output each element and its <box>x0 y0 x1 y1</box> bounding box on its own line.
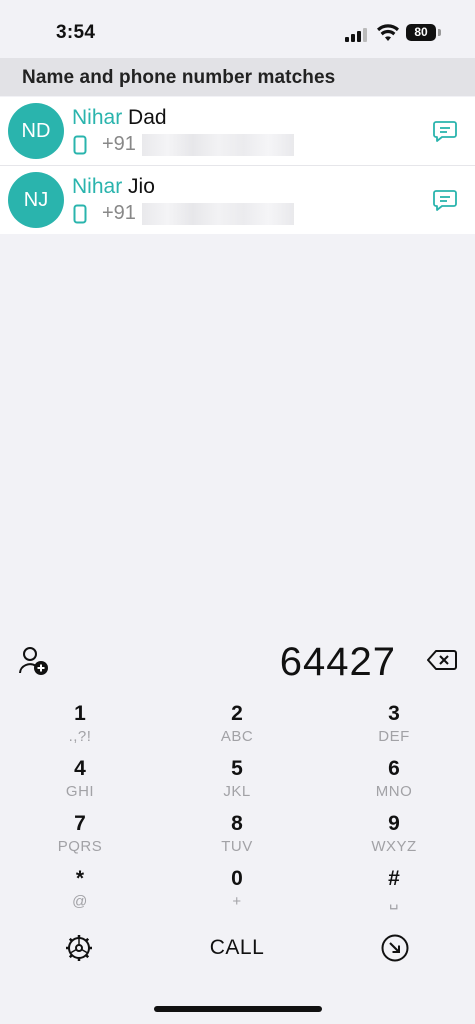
key-9[interactable]: 9 WXYZ <box>344 812 444 864</box>
key-7[interactable]: 7 PQRS <box>30 812 130 864</box>
backspace-icon[interactable] <box>427 649 457 671</box>
contact-number: +91 <box>102 202 136 224</box>
section-header: Name and phone number matches <box>0 58 475 96</box>
message-icon[interactable] <box>433 120 457 142</box>
key-4[interactable]: 4 GHI <box>30 757 130 809</box>
key-letters: JKL <box>223 783 251 800</box>
mobile-phone-icon <box>73 135 87 155</box>
avatar: NJ <box>8 172 64 228</box>
key-letters: PQRS <box>57 838 103 855</box>
key-digit: 9 <box>388 812 400 835</box>
contact-name: Nihar Dad <box>72 106 167 130</box>
key-letters: + <box>232 893 242 910</box>
key-2[interactable]: 2 ABC <box>187 702 287 754</box>
status-time: 3:54 <box>56 22 96 43</box>
name-rest: Jio <box>122 175 155 198</box>
key-digit: 7 <box>74 812 86 835</box>
battery-icon: 80 <box>406 24 436 41</box>
avatar: ND <box>8 103 64 159</box>
blurred-number <box>142 134 294 156</box>
key-digit: 2 <box>231 702 243 725</box>
home-indicator[interactable] <box>154 1006 322 1012</box>
mobile-phone-icon <box>73 204 87 224</box>
key-letters: ␣ <box>388 893 400 910</box>
add-contact-icon[interactable] <box>18 646 50 676</box>
contact-row[interactable]: ND Nihar Dad +91 <box>0 97 475 166</box>
key-star[interactable]: * @ <box>30 867 130 919</box>
key-8[interactable]: 8 TUV <box>187 812 287 864</box>
key-letters: MNO <box>375 783 413 800</box>
dialed-number: 64427 <box>279 640 396 684</box>
key-digit: # <box>388 867 400 890</box>
key-letters: ABC <box>220 728 254 745</box>
key-1[interactable]: 1.,?! <box>30 702 130 754</box>
battery-tip <box>438 29 441 36</box>
key-letters: WXYZ <box>371 838 417 855</box>
settings-wheel-icon[interactable] <box>64 933 94 963</box>
key-5[interactable]: 5 JKL <box>187 757 287 809</box>
key-letters: .,?! <box>68 728 92 745</box>
key-letters: TUV <box>221 838 253 855</box>
key-digit: 3 <box>388 702 400 725</box>
key-digit: * <box>75 867 85 890</box>
contact-number: +91 <box>102 133 136 155</box>
key-digit: 5 <box>231 757 243 780</box>
key-digit: 6 <box>388 757 400 780</box>
key-letters: @ <box>72 893 88 910</box>
key-letters: GHI <box>65 783 95 800</box>
key-digit: 8 <box>231 812 243 835</box>
key-digit: 4 <box>74 757 86 780</box>
arrow-down-right-circle-icon[interactable] <box>380 933 410 963</box>
blurred-number <box>142 203 294 225</box>
name-match-highlight: Nihar <box>72 175 123 198</box>
contact-row[interactable]: NJ Nihar Jio +91 <box>0 166 475 234</box>
key-hash[interactable]: # ␣ <box>344 867 444 919</box>
name-rest: Dad <box>122 106 167 129</box>
wifi-icon <box>377 24 399 41</box>
name-match-highlight: Nihar <box>72 106 123 129</box>
key-3[interactable]: 3 DEF <box>344 702 444 754</box>
section-header-title: Name and phone number matches <box>22 67 336 88</box>
status-bar: 3:54 80 <box>0 0 475 58</box>
contact-name: Nihar Jio <box>72 175 155 199</box>
cellular-signal-icon <box>345 26 371 42</box>
call-button[interactable]: CALL <box>187 936 287 960</box>
key-6[interactable]: 6 MNO <box>344 757 444 809</box>
key-digit: 0 <box>231 867 243 890</box>
key-letters: DEF <box>378 728 410 745</box>
message-icon[interactable] <box>433 189 457 211</box>
key-digit: 1 <box>74 702 86 725</box>
key-0[interactable]: 0 + <box>187 867 287 919</box>
